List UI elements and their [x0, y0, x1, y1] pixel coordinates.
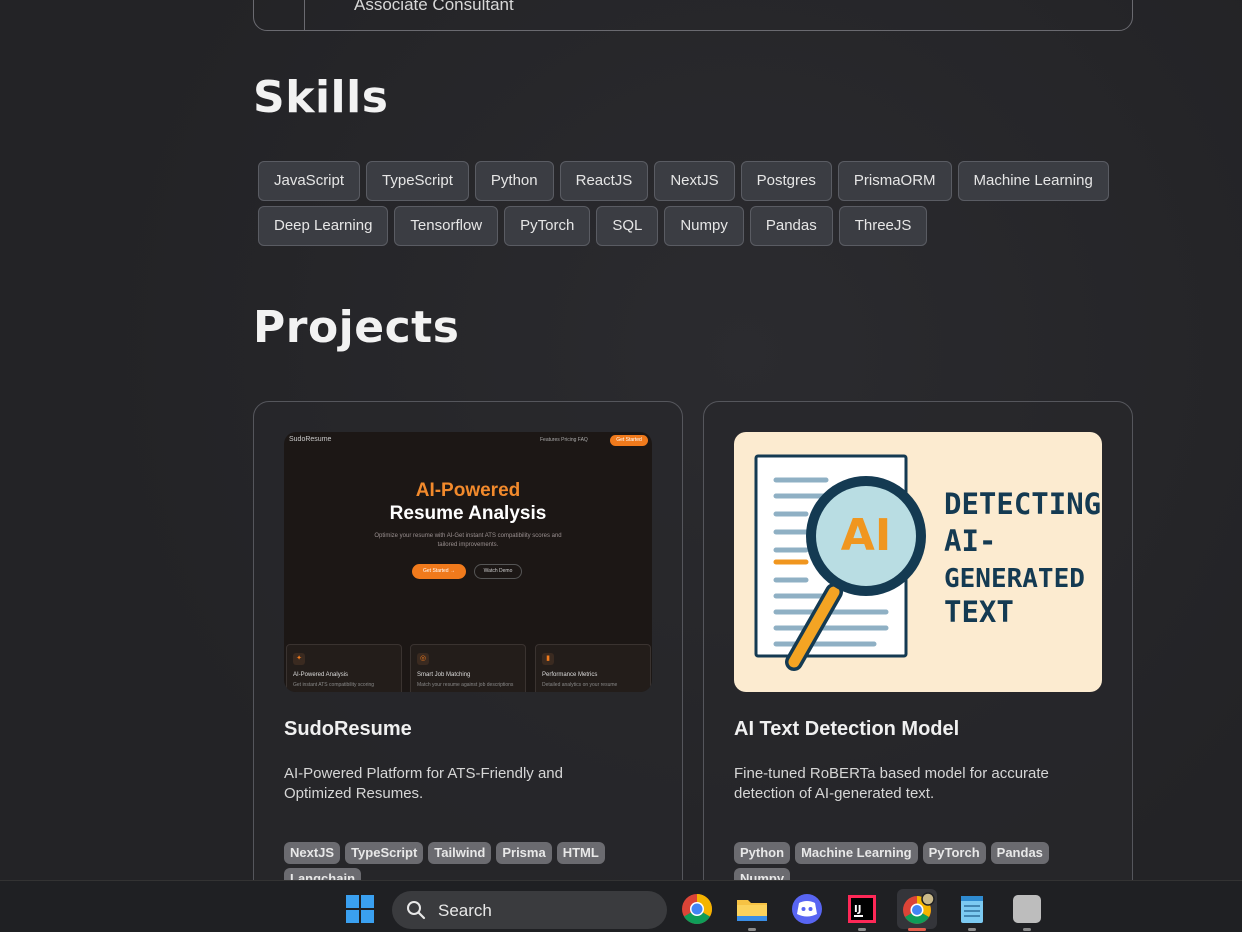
ai-detection-illustration: AI DETECTING AI- GENERATED TEXT: [754, 454, 1101, 671]
skill-chip: NextJS: [654, 161, 735, 201]
projects-heading: Projects: [253, 302, 460, 353]
thumb-feature-title: AI-Powered Analysis: [293, 672, 349, 678]
ai-badge-text: AI: [841, 510, 891, 561]
taskbar: Search IJ: [0, 880, 1242, 932]
tech-tag: Langchain: [284, 868, 362, 880]
skill-chip: PrismaORM: [837, 161, 952, 201]
portfolio-page: Associate Consultant Skills JavaScript Ty…: [0, 0, 1242, 880]
project-title[interactable]: AI Text Detection Model: [734, 718, 959, 741]
active-indicator: [908, 928, 926, 931]
windows-start-icon[interactable]: [340, 889, 380, 929]
project-thumbnail[interactable]: SudoResume Features Pricing FAQ Get Star…: [284, 432, 652, 692]
experience-role: Associate Consultant: [354, 0, 514, 14]
search-label: Search: [438, 901, 492, 920]
skill-chip: Postgres: [740, 161, 832, 201]
skills-heading: Skills: [253, 72, 389, 123]
thumb-feature-card: ✦ AI-Powered Analysis Get instant ATS co…: [286, 644, 402, 692]
skill-chip: SQL: [596, 206, 659, 246]
skill-chip: PyTorch: [504, 206, 591, 246]
thumb-feature-title: Smart Job Matching: [417, 672, 471, 678]
discord-icon[interactable]: [787, 889, 827, 929]
thumb-feature-desc: Get instant ATS compatibility scoring: [293, 682, 375, 688]
skill-chip: TypeScript: [366, 161, 469, 201]
app-placeholder-icon[interactable]: [1007, 889, 1047, 931]
chrome-profile-icon[interactable]: [897, 889, 937, 931]
tech-tag: Machine Learning: [795, 842, 918, 864]
taskbar-search[interactable]: Search: [392, 891, 667, 929]
chart-icon: ▮: [542, 653, 554, 665]
tech-tag: Prisma: [496, 842, 552, 864]
project-description: Fine-tuned RoBERTa based model for accur…: [734, 765, 1049, 802]
skill-chip: Machine Learning: [957, 161, 1109, 201]
thumb-cta: Get Started: [610, 435, 648, 446]
sparkle-icon: ✦: [293, 653, 305, 665]
file-explorer-icon[interactable]: [732, 889, 772, 931]
tech-tag: Pandas: [990, 842, 1049, 864]
ai-thumb-line3: GENERATED: [944, 564, 1085, 594]
project-tags: NextJS TypeScript Tailwind Prisma HTML Langch…: [284, 842, 644, 880]
project-title[interactable]: SudoResume: [284, 718, 412, 741]
tech-tag: Python: [734, 842, 791, 864]
thumb-nav-links: Features Pricing FAQ: [540, 437, 588, 443]
running-indicator: [748, 928, 756, 931]
tech-tag: TypeScript: [345, 842, 424, 864]
thumb-headline: Resume Analysis: [389, 503, 547, 524]
running-indicator: [1023, 928, 1031, 931]
skill-chip: Numpy: [664, 206, 744, 246]
notepad-icon[interactable]: [952, 889, 992, 931]
tech-tag: Tailwind: [428, 842, 492, 864]
ai-thumb-line1: DETECTING: [944, 487, 1101, 521]
thumb-feature-desc: Match your resume against job descriptio…: [417, 682, 514, 688]
thumb-headline-accent: AI-Powered: [415, 480, 521, 501]
ai-thumb-line4: TEXT: [944, 595, 1014, 629]
tech-tag: HTML: [556, 842, 605, 864]
chrome-icon[interactable]: [677, 889, 717, 929]
skill-chip: Deep Learning: [258, 206, 389, 246]
tech-tag: Numpy: [734, 868, 791, 880]
target-icon: ◎: [417, 653, 429, 665]
thumb-navbar: SudoResume Features Pricing FAQ Get Star…: [284, 432, 652, 450]
experience-card: Associate Consultant: [253, 0, 1133, 31]
thumb-subtitle: Optimize your resume with AI-Get instant…: [374, 533, 562, 548]
running-indicator: [968, 928, 976, 931]
project-card-ai-text-detection[interactable]: AI DETECTING AI- GENERATED TEXT AI Text …: [703, 401, 1133, 880]
tech-tag: PyTorch: [922, 842, 986, 864]
skill-chip: ThreeJS: [838, 206, 928, 246]
project-card-sudoresume[interactable]: SudoResume Features Pricing FAQ Get Star…: [253, 401, 683, 880]
thumb-feature-title: Performance Metrics: [542, 672, 598, 678]
search-icon: [407, 901, 426, 920]
thumb-feature-card: ◎ Smart Job Matching Match your resume a…: [410, 644, 526, 692]
thumb-brand: SudoResume: [289, 436, 332, 443]
project-description: AI-Powered Platform for ATS-Friendly and…: [284, 765, 563, 802]
thumb-feature-desc: Detailed analytics on your resume: [542, 682, 618, 688]
ai-thumb-line2: AI-: [944, 524, 996, 558]
timeline-divider: [304, 0, 305, 31]
project-thumbnail[interactable]: AI DETECTING AI- GENERATED TEXT: [734, 432, 1102, 692]
skill-chip: Tensorflow: [394, 206, 499, 246]
svg-text:IJ: IJ: [854, 904, 861, 915]
thumb-secondary-button: Watch Demo: [474, 564, 522, 579]
running-indicator: [858, 928, 866, 931]
thumb-primary-button: Get Started →: [412, 564, 466, 579]
skills-list: JavaScript TypeScript Python ReactJS NextJS P…: [258, 161, 1138, 246]
thumb-feature-card: ▮ Performance Metrics Detailed analytics…: [535, 644, 651, 692]
tech-tag: NextJS: [284, 842, 341, 864]
skill-chip: Python: [474, 161, 554, 201]
skill-chip: JavaScript: [258, 161, 361, 201]
skill-chip: Pandas: [749, 206, 833, 246]
intellij-icon[interactable]: IJ: [842, 889, 882, 931]
project-tags: Python Machine Learning PyTorch Pandas Numpy: [734, 842, 1094, 880]
skill-chip: ReactJS: [559, 161, 649, 201]
